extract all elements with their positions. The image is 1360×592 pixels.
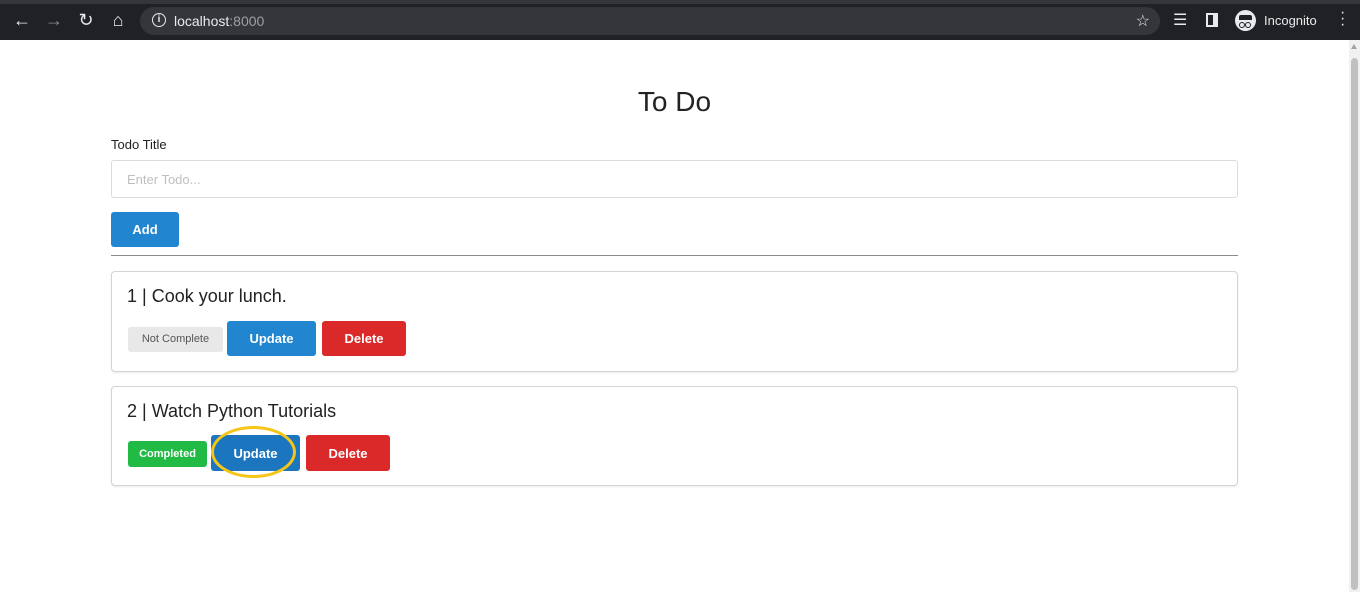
- kebab-menu-icon[interactable]: · · ·: [1340, 5, 1345, 33]
- home-icon[interactable]: ⌂: [107, 9, 129, 31]
- address-bar[interactable]: i localhost:8000 ☆: [140, 7, 1160, 35]
- tab-strip-edge: [0, 0, 1360, 4]
- scroll-up-arrow-icon[interactable]: [1351, 44, 1357, 49]
- status-badge-not-complete: Not Complete: [128, 327, 223, 352]
- todo-title-label: Todo Title: [111, 137, 167, 152]
- star-icon[interactable]: ☆: [1136, 11, 1150, 31]
- add-button[interactable]: Add: [111, 212, 179, 247]
- page-scrollbar[interactable]: [1349, 40, 1360, 592]
- todo-header: 2 | Watch Python Tutorials: [127, 401, 337, 421]
- incognito-icon[interactable]: [1235, 10, 1256, 31]
- back-icon[interactable]: ←: [11, 9, 33, 31]
- forward-icon[interactable]: →: [43, 9, 65, 31]
- reload-icon[interactable]: ↻: [75, 9, 97, 31]
- update-button[interactable]: Update: [211, 435, 300, 471]
- update-button[interactable]: Update: [227, 321, 316, 356]
- url-host: localhost: [174, 13, 230, 29]
- status-badge-completed: Completed: [128, 441, 207, 467]
- todo-header: 1 | Cook your lunch.: [127, 286, 287, 306]
- url-port: :8000: [229, 13, 265, 29]
- todo-card: 1 | Cook your lunch. Not Complete Update…: [111, 271, 1238, 372]
- todo-title-input[interactable]: [111, 160, 1238, 198]
- profile-label[interactable]: Incognito: [1264, 13, 1317, 28]
- browser-toolbar: ← → ↻ ⌂ i localhost:8000 ☆ ☰ Incognito ·…: [0, 0, 1360, 40]
- media-queue-icon[interactable]: ☰: [1173, 10, 1187, 30]
- todo-card: 2 | Watch Python Tutorials Completed Upd…: [111, 386, 1238, 486]
- side-panel-icon[interactable]: [1206, 13, 1218, 27]
- page-title: To Do: [637, 86, 712, 117]
- info-icon[interactable]: i: [152, 13, 166, 27]
- url-text: localhost:8000: [174, 13, 264, 29]
- scrollbar-thumb[interactable]: [1351, 58, 1358, 590]
- divider: [111, 255, 1238, 256]
- delete-button[interactable]: Delete: [322, 321, 406, 356]
- delete-button[interactable]: Delete: [306, 435, 390, 471]
